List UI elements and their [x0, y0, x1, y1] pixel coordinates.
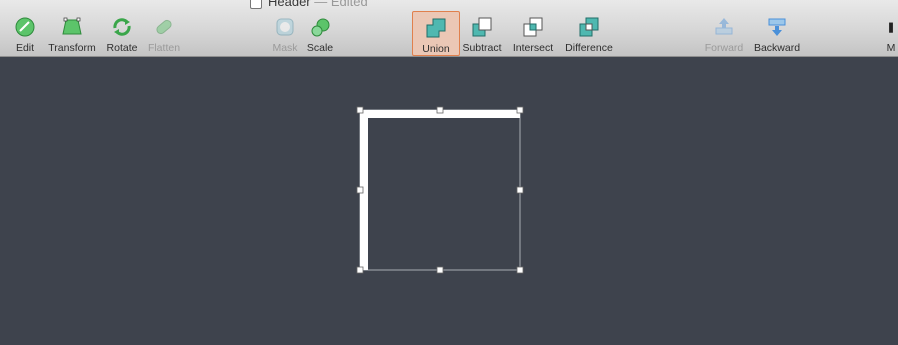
subtract-button[interactable]: Subtract: [462, 14, 502, 56]
handle-top-right[interactable]: [516, 106, 524, 114]
forward-button[interactable]: Forward: [703, 14, 745, 56]
forward-label: Forward: [704, 42, 744, 54]
union-button[interactable]: Union: [412, 11, 460, 56]
toolbar: Header — Edited Edit Transform Rotate Fl…: [0, 0, 898, 57]
intersect-icon: [523, 17, 543, 37]
overflow-icon: [889, 22, 893, 33]
handle-top-center[interactable]: [436, 106, 444, 114]
difference-button[interactable]: Difference: [563, 14, 615, 56]
handle-middle-right[interactable]: [516, 186, 524, 194]
handle-bottom-center[interactable]: [436, 266, 444, 274]
title-separator: —: [314, 0, 328, 9]
overflow-label: M: [886, 42, 896, 54]
scale-button[interactable]: Scale: [305, 14, 335, 56]
rotate-label: Rotate: [106, 42, 138, 54]
overflow-button[interactable]: M: [884, 14, 898, 56]
transform-button[interactable]: Transform: [46, 14, 98, 56]
mask-icon: [276, 18, 294, 36]
subtract-icon: [472, 17, 492, 37]
document-status: Edited: [330, 0, 368, 9]
edit-icon: [15, 17, 35, 37]
difference-label: Difference: [565, 42, 613, 54]
union-label: Union: [422, 43, 450, 55]
rotate-button[interactable]: Rotate: [106, 14, 138, 56]
subtract-label: Subtract: [462, 42, 502, 54]
forward-icon: [715, 18, 733, 35]
handle-middle-left[interactable]: [356, 186, 364, 194]
document-icon: [250, 0, 262, 9]
scale-icon: [311, 18, 330, 37]
union-icon: [426, 18, 446, 38]
document-title: Header — Edited: [250, 0, 368, 9]
edit-button[interactable]: Edit: [12, 14, 38, 56]
handle-bottom-right[interactable]: [516, 266, 524, 274]
backward-icon: [768, 18, 786, 36]
edit-label: Edit: [15, 42, 35, 54]
selection-bounds: [359, 109, 521, 271]
selected-shape[interactable]: [350, 102, 530, 277]
shape-path[interactable]: [360, 110, 520, 270]
flatten-label: Flatten: [147, 42, 181, 54]
rotate-icon: [113, 18, 131, 36]
backward-button[interactable]: Backward: [753, 14, 801, 56]
difference-icon: [579, 17, 599, 37]
backward-label: Backward: [753, 42, 801, 54]
mask-label: Mask: [272, 42, 298, 54]
handle-bottom-left[interactable]: [356, 266, 364, 274]
intersect-button[interactable]: Intersect: [511, 14, 555, 56]
scale-label: Scale: [306, 42, 334, 54]
document-name: Header: [268, 0, 311, 9]
intersect-label: Intersect: [512, 42, 554, 54]
transform-label: Transform: [48, 42, 96, 54]
flatten-icon: [156, 19, 172, 35]
flatten-button[interactable]: Flatten: [146, 14, 182, 56]
handle-top-left[interactable]: [356, 106, 364, 114]
canvas[interactable]: [0, 57, 898, 345]
mask-button[interactable]: Mask: [271, 14, 299, 56]
transform-icon: [62, 17, 82, 35]
